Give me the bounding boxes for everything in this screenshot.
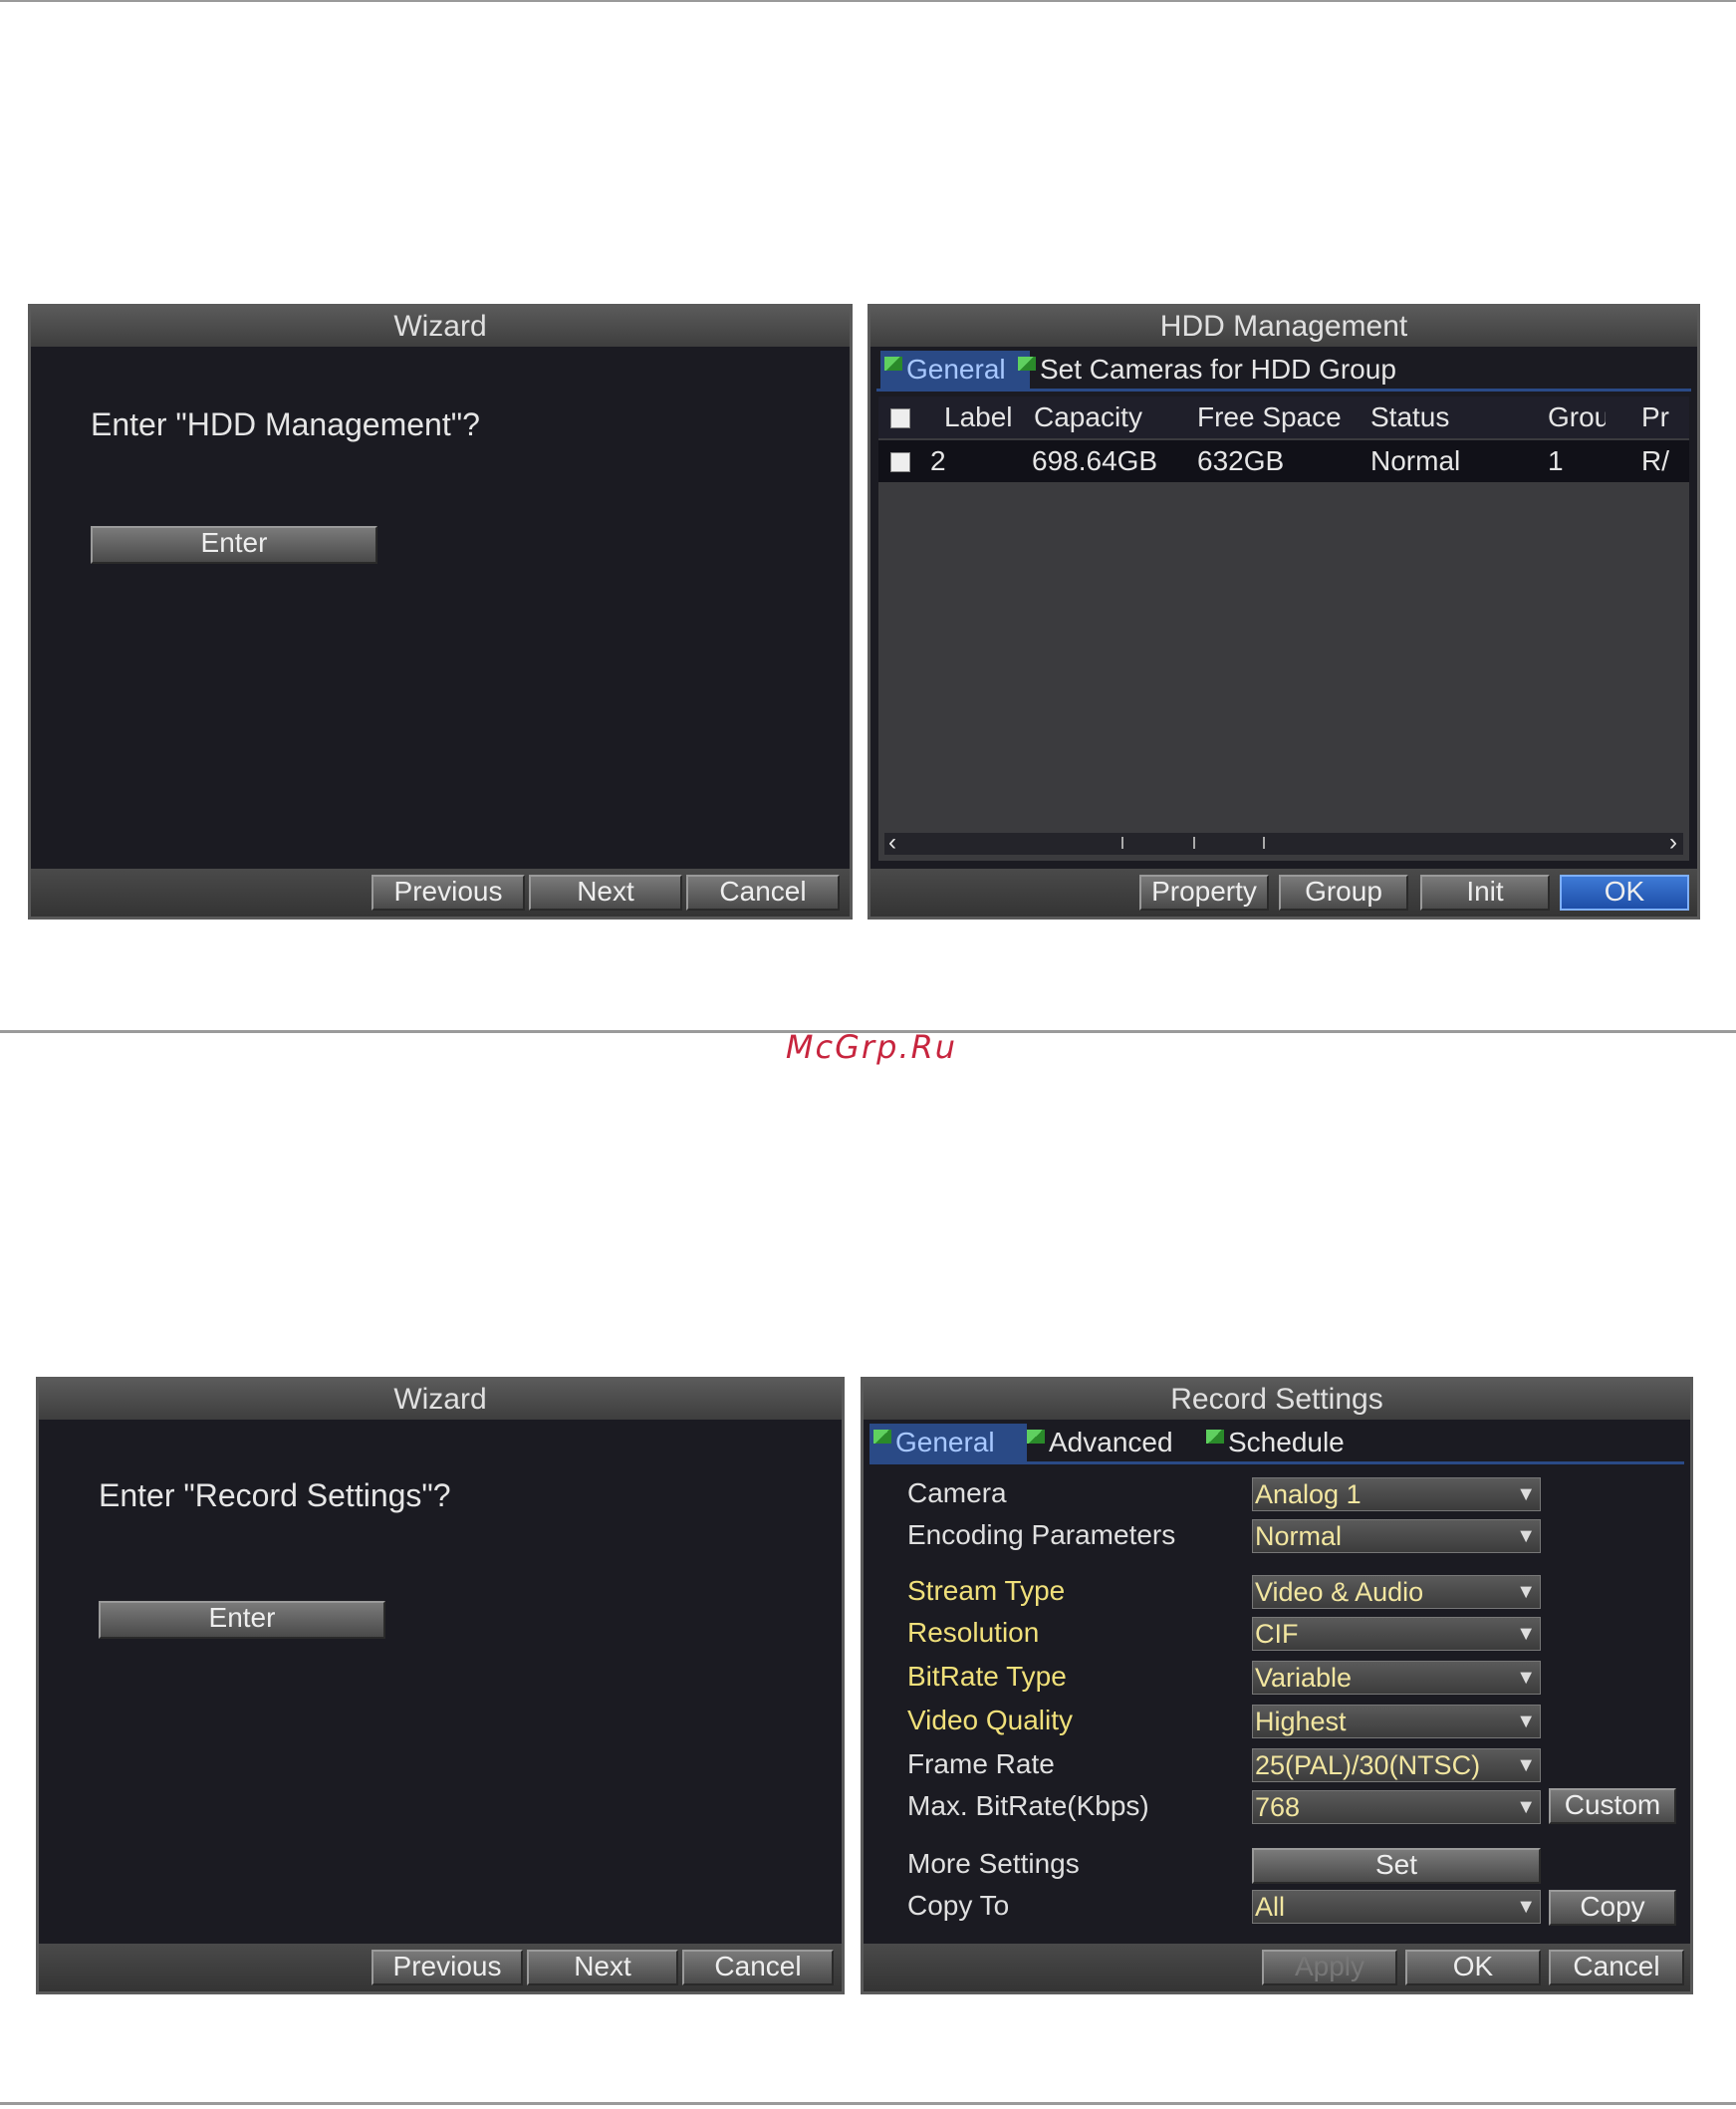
flag-icon xyxy=(1027,1430,1045,1444)
hdd-management-window: HDD Management General Set Cameras for H… xyxy=(868,304,1700,920)
table-header: Label Capacity Free Space Status Grou Pr xyxy=(878,396,1689,438)
resolution-label: Resolution xyxy=(907,1617,1040,1648)
copy-to-select[interactable]: All ▼ xyxy=(1252,1890,1541,1924)
next-button[interactable]: Next xyxy=(527,1950,678,1985)
cancel-button[interactable]: Cancel xyxy=(682,1950,834,1985)
copy-button[interactable]: Copy xyxy=(1549,1890,1676,1926)
encoding-parameters-select[interactable]: Normal ▼ xyxy=(1252,1519,1541,1553)
dropdown-arrow-icon: ▼ xyxy=(1516,1754,1536,1776)
flag-icon xyxy=(873,1430,891,1444)
dropdown-arrow-icon: ▼ xyxy=(1516,1711,1536,1732)
cell-free-space: 632GB xyxy=(1197,445,1285,476)
ok-button[interactable]: OK xyxy=(1405,1950,1541,1985)
cell-status: Normal xyxy=(1370,445,1461,476)
column-pr: Pr xyxy=(1641,401,1669,432)
hdd-footer: Property Group Init OK xyxy=(870,869,1697,917)
table-row[interactable]: 2 698.64GB 632GB Normal 1 R/ xyxy=(878,440,1689,482)
cancel-button[interactable]: Cancel xyxy=(1549,1950,1684,1985)
wizard-footer: Previous Next Cancel xyxy=(31,869,850,917)
max-bitrate-select[interactable]: 768 ▼ xyxy=(1252,1790,1541,1824)
tab-general[interactable]: General xyxy=(869,1424,1027,1461)
scroll-right-icon[interactable]: › xyxy=(1669,829,1677,857)
row-checkbox[interactable] xyxy=(890,452,910,472)
column-label: Label xyxy=(944,401,1013,432)
cell-pr: R/ xyxy=(1641,445,1669,476)
tab-underline xyxy=(869,1461,1684,1464)
enter-button[interactable]: Enter xyxy=(91,526,377,564)
bitrate-type-label: BitRate Type xyxy=(907,1661,1067,1692)
scroll-tick xyxy=(1121,837,1123,849)
previous-button[interactable]: Previous xyxy=(372,875,525,911)
wizard-record-window: Wizard Enter "Record Settings"? Enter Pr… xyxy=(36,1377,845,1994)
wizard-question: Enter "HDD Management"? xyxy=(91,406,480,442)
previous-button[interactable]: Previous xyxy=(372,1950,523,1985)
wizard-footer: Previous Next Cancel xyxy=(39,1944,842,1991)
property-button[interactable]: Property xyxy=(1139,875,1269,911)
dropdown-arrow-icon: ▼ xyxy=(1516,1525,1536,1547)
apply-button[interactable]: Apply xyxy=(1262,1950,1397,1985)
wizard-hdd-window: Wizard Enter "HDD Management"? Enter Pre… xyxy=(28,304,853,920)
window-title: Wizard xyxy=(39,1380,842,1420)
column-free-space: Free Space xyxy=(1197,401,1342,432)
group-button[interactable]: Group xyxy=(1279,875,1408,911)
stream-type-label: Stream Type xyxy=(907,1575,1066,1606)
flag-icon xyxy=(884,357,902,371)
column-status: Status xyxy=(1370,401,1450,432)
max-bitrate-label: Max. BitRate(Kbps) xyxy=(907,1790,1149,1821)
window-title: Record Settings xyxy=(864,1380,1690,1420)
tab-schedule[interactable]: Schedule xyxy=(1202,1424,1397,1461)
dropdown-arrow-icon: ▼ xyxy=(1516,1623,1536,1645)
dropdown-arrow-icon: ▼ xyxy=(1516,1667,1536,1689)
stream-type-select[interactable]: Video & Audio ▼ xyxy=(1252,1575,1541,1609)
bitrate-type-select[interactable]: Variable ▼ xyxy=(1252,1661,1541,1695)
window-title: Wizard xyxy=(31,307,850,347)
cancel-button[interactable]: Cancel xyxy=(686,875,840,911)
set-button[interactable]: Set xyxy=(1252,1848,1541,1884)
scroll-tick xyxy=(1263,837,1265,849)
next-button[interactable]: Next xyxy=(529,875,682,911)
select-all-checkbox[interactable] xyxy=(890,408,910,428)
camera-select[interactable]: Analog 1 ▼ xyxy=(1252,1477,1541,1511)
tab-general[interactable]: General xyxy=(880,351,1030,389)
cell-capacity: 698.64GB xyxy=(1032,445,1158,476)
window-title: HDD Management xyxy=(870,307,1697,347)
scroll-tick xyxy=(1193,837,1195,849)
dropdown-arrow-icon: ▼ xyxy=(1516,1581,1536,1603)
dropdown-arrow-icon: ▼ xyxy=(1516,1796,1536,1818)
video-quality-select[interactable]: Highest ▼ xyxy=(1252,1705,1541,1738)
dropdown-arrow-icon: ▼ xyxy=(1516,1483,1536,1505)
horizontal-scrollbar[interactable]: ‹ › xyxy=(884,829,1683,856)
flag-icon xyxy=(1018,357,1036,371)
enter-button[interactable]: Enter xyxy=(99,1601,385,1639)
cell-group: 1 xyxy=(1548,445,1564,476)
bottom-rule xyxy=(0,2102,1736,2105)
copy-to-label: Copy To xyxy=(907,1890,1010,1921)
top-rule xyxy=(0,0,1736,2)
watermark: McGrp.Ru xyxy=(785,1028,958,1066)
record-settings-window: Record Settings General Advanced Schedul… xyxy=(861,1377,1693,1994)
more-settings-label: More Settings xyxy=(907,1848,1080,1879)
column-group: Grou xyxy=(1548,401,1606,432)
ok-button[interactable]: OK xyxy=(1560,875,1689,911)
hdd-table: Label Capacity Free Space Status Grou Pr… xyxy=(878,396,1689,861)
wizard-question: Enter "Record Settings"? xyxy=(99,1477,451,1513)
encoding-parameters-label: Encoding Parameters xyxy=(907,1519,1176,1550)
video-quality-label: Video Quality xyxy=(907,1705,1074,1735)
column-capacity: Capacity xyxy=(1034,401,1142,432)
tab-set-cameras-for-hdd-group[interactable]: Set Cameras for HDD Group xyxy=(1014,351,1468,389)
camera-label: Camera xyxy=(907,1477,1007,1508)
record-footer: Apply OK Cancel xyxy=(864,1944,1690,1991)
init-button[interactable]: Init xyxy=(1420,875,1550,911)
frame-rate-label: Frame Rate xyxy=(907,1748,1055,1779)
flag-icon xyxy=(1206,1430,1224,1444)
custom-button[interactable]: Custom xyxy=(1549,1788,1676,1824)
cell-label: 2 xyxy=(930,445,946,476)
dropdown-arrow-icon: ▼ xyxy=(1516,1896,1536,1918)
resolution-select[interactable]: CIF ▼ xyxy=(1252,1617,1541,1651)
tab-underline xyxy=(876,389,1691,392)
tab-advanced[interactable]: Advanced xyxy=(1023,1424,1218,1461)
scroll-left-icon[interactable]: ‹ xyxy=(888,829,896,857)
frame-rate-select[interactable]: 25(PAL)/30(NTSC) ▼ xyxy=(1252,1748,1541,1782)
